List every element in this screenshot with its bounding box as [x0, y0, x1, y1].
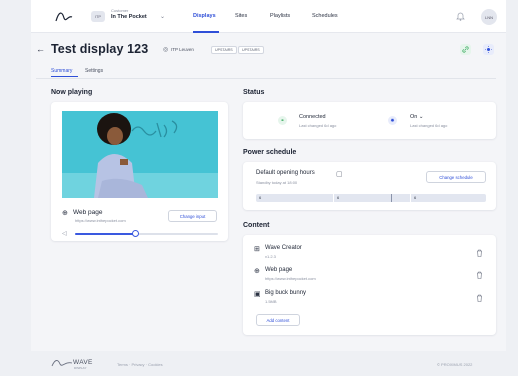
content-item-title: Big buck bunny	[265, 290, 307, 296]
org-avatar: ITP	[91, 11, 105, 22]
content-title: Content	[243, 222, 270, 229]
globe-icon: ⊕	[254, 268, 260, 275]
volume-icon: ◁	[62, 231, 67, 237]
trash-icon[interactable]	[476, 294, 483, 302]
grid-icon: ⊞	[254, 246, 260, 253]
schedule-timeline: 6 6 6	[256, 194, 486, 202]
nav-displays[interactable]: Displays	[193, 13, 216, 19]
content-item-title: Wave Creator	[265, 245, 302, 251]
video-icon: ▣	[254, 291, 261, 298]
org-name: In The Pocket	[111, 14, 147, 20]
nav-playlists[interactable]: Playlists	[270, 13, 290, 19]
footer-brand: WAVE	[73, 359, 93, 366]
brightness-icon[interactable]	[483, 44, 494, 55]
location-pin-icon: ◎	[163, 47, 169, 53]
footer-brand-sub: DISPLAY	[74, 366, 87, 370]
power-schedule-title: Power schedule	[243, 149, 297, 156]
now-playing-url: https://www.inthepocket.com	[75, 218, 126, 223]
wave-logo-icon	[51, 360, 73, 367]
schedule-segment: 6	[414, 195, 417, 200]
connected-link-icon: ⚭	[278, 116, 287, 125]
footer-links[interactable]: Terms · Privacy · Cookies	[117, 362, 163, 367]
status-title: Status	[243, 89, 265, 96]
globe-icon: ⊕	[62, 210, 68, 217]
volume-fill	[75, 233, 136, 235]
wave-logo-icon[interactable]	[55, 9, 73, 23]
now-playing-title: Now playing	[51, 89, 93, 96]
tab-settings[interactable]: Settings	[85, 68, 103, 74]
content-item-sub: v1.2.3	[265, 254, 276, 259]
power-sun-icon: ✹	[388, 116, 397, 125]
power-sub: Last changed 6d ago	[410, 123, 448, 128]
link-icon[interactable]	[460, 44, 471, 55]
page-title: Test display 123	[51, 42, 149, 56]
tag-badge: UPSTAIRS	[238, 46, 264, 54]
connection-label: Connected	[299, 114, 326, 120]
schedule-now-marker	[391, 194, 392, 202]
back-arrow-icon[interactable]: ←	[36, 44, 45, 54]
content-item-sub: 1.5MB	[265, 299, 277, 304]
content-item-title: Web page	[265, 267, 293, 273]
schedule-segment: 6	[337, 195, 340, 200]
nav-schedules[interactable]: Schedules	[312, 13, 338, 19]
tab-active-indicator	[51, 76, 78, 77]
org-label: Customer	[111, 8, 129, 13]
now-playing-preview	[62, 111, 218, 198]
nav-sites[interactable]: Sites	[235, 13, 247, 19]
chevron-down-icon: ⌄	[418, 114, 424, 120]
content-item-sub: https://www.inthepocket.com	[265, 276, 316, 281]
location-text: ITP Leuven	[171, 47, 194, 52]
org-switcher[interactable]: Customer In The Pocket	[111, 9, 147, 21]
schedule-name: Default opening hours	[256, 170, 315, 176]
trash-icon[interactable]	[476, 249, 483, 257]
footer-copyright: © PROXIMUS 2022	[437, 362, 473, 367]
power-label[interactable]: On ⌄	[410, 114, 423, 120]
volume-handle[interactable]	[131, 230, 139, 237]
schedule-segment: 6	[259, 195, 262, 200]
calendar-icon: ▢	[336, 171, 343, 178]
now-playing-title-text: Web page	[73, 209, 103, 216]
tag-badge: UPSTAIRS	[211, 46, 237, 54]
tab-summary[interactable]: Summary	[51, 68, 72, 74]
trash-icon[interactable]	[476, 271, 483, 279]
tabs-divider	[36, 78, 496, 79]
user-avatar[interactable]: LNN	[481, 9, 497, 25]
connection-sub: Last changed 6d ago	[299, 123, 337, 128]
add-content-button[interactable]: Add content	[256, 314, 300, 326]
volume-slider[interactable]	[75, 230, 218, 237]
change-schedule-button[interactable]: Change schedule	[426, 171, 486, 183]
chevron-down-icon[interactable]: ⌄	[160, 13, 165, 20]
change-input-button[interactable]: Change input	[168, 210, 217, 222]
schedule-sub: Standby today at 18:00	[256, 180, 298, 185]
bell-icon[interactable]	[456, 11, 465, 21]
